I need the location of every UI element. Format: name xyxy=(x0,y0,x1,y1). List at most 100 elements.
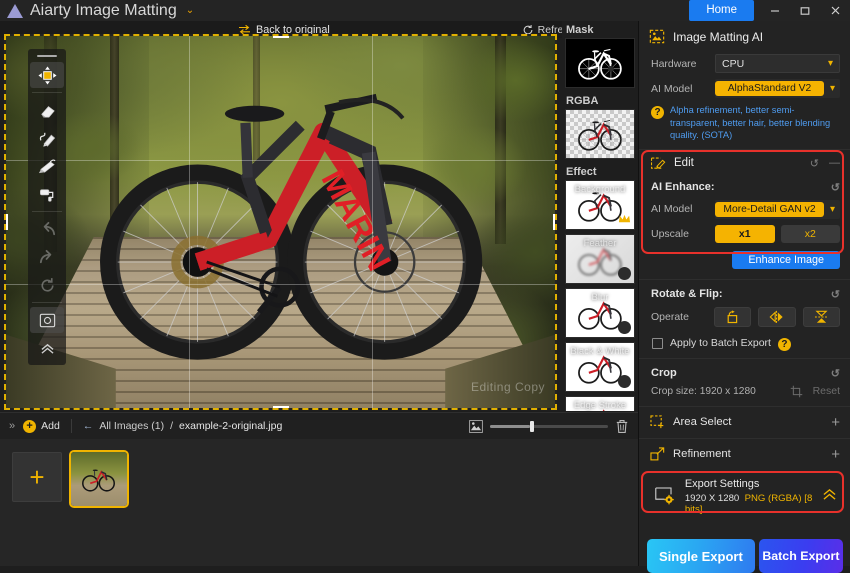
crop-handle-left[interactable] xyxy=(4,214,8,230)
back-arrow-icon[interactable]: ← xyxy=(83,420,94,432)
crop-handle-top[interactable] xyxy=(273,34,289,38)
effect-thumbnail[interactable]: Feather xyxy=(565,234,635,284)
export-settings-collapse-button[interactable] xyxy=(822,488,837,504)
add-images-button[interactable]: + Add xyxy=(23,420,60,433)
edit-undo-button[interactable]: ↺ xyxy=(810,157,819,170)
flip-vertical-icon xyxy=(814,310,829,324)
rotate-button[interactable] xyxy=(714,307,751,327)
flip-horizontal-button[interactable] xyxy=(758,307,795,327)
crop-reset-group[interactable]: Reset xyxy=(790,385,840,398)
crop-size-label: Crop size: 1920 x 1280 xyxy=(651,386,756,397)
filmstrip-thumbnail[interactable] xyxy=(69,450,129,508)
thumbnail-size-slider[interactable] xyxy=(490,425,608,428)
paint-roller-icon xyxy=(38,185,57,204)
area-select-icon xyxy=(650,415,665,429)
slider-handle[interactable] xyxy=(530,421,534,432)
source-photo: MARIN Editing Copy xyxy=(6,36,555,408)
single-export-button[interactable]: Single Export xyxy=(647,539,755,573)
crop-undo-button[interactable]: ↺ xyxy=(831,367,840,380)
filmstrip: + xyxy=(0,439,638,566)
crop-handle-right[interactable] xyxy=(553,214,557,230)
title-dropdown-caret-icon[interactable]: ⌄ xyxy=(186,5,194,16)
export-settings-title: Export Settings xyxy=(685,478,813,490)
refinement-expand-button[interactable]: + xyxy=(831,447,840,462)
tool-rail-divider xyxy=(32,302,62,303)
move-icon xyxy=(38,66,57,85)
home-button[interactable]: Home xyxy=(689,0,754,21)
mask-section-header: Mask xyxy=(562,21,638,38)
area-select-expand-button[interactable]: + xyxy=(831,415,840,430)
add-icon: + xyxy=(23,420,36,433)
app-logo-icon xyxy=(7,4,23,18)
enhance-model-select[interactable]: More-Detail GAN v2 ▾ xyxy=(715,200,840,219)
undo-tool-button[interactable] xyxy=(30,216,64,242)
batch-export-checkbox-row[interactable]: Apply to Batch Export ? xyxy=(639,330,850,358)
effect-label: Blur xyxy=(566,292,634,303)
rgba-thumbnail[interactable] xyxy=(565,109,635,159)
upscale-label: Upscale xyxy=(651,228,707,240)
help-icon[interactable]: ? xyxy=(778,338,791,351)
export-settings-meta: 1920 X 1280 PNG (RGBA) [8 bits] xyxy=(685,493,813,515)
effect-thumbnail[interactable]: Blur xyxy=(565,288,635,338)
restore-pencil-tool-button[interactable] xyxy=(30,125,64,151)
upscale-option-x2[interactable]: x2 xyxy=(781,225,841,243)
minimize-button[interactable] xyxy=(760,0,790,21)
chevron-down-icon: ▾ xyxy=(828,58,833,69)
image-canvas[interactable]: MARIN Editing Copy xyxy=(4,34,557,410)
hardware-select[interactable]: CPU ▾ xyxy=(715,54,840,73)
bottom-bar: » + Add ← All Images (1) / example-2-ori… xyxy=(0,412,638,439)
operate-row: Operate xyxy=(639,304,850,330)
upscale-option-x1[interactable]: x1 xyxy=(715,225,775,243)
filmstrip-add-button[interactable]: + xyxy=(12,452,62,502)
rotate-flip-undo-button[interactable]: ↺ xyxy=(831,288,840,301)
effect-thumbnail[interactable]: Black & White xyxy=(565,342,635,392)
effect-thumbnail[interactable]: Edge Stroke xyxy=(565,396,635,411)
export-settings-row[interactable]: Export Settings 1920 X 1280 PNG (RGBA) [… xyxy=(645,474,845,518)
crop-reset-button[interactable]: Reset xyxy=(813,385,840,397)
image-matting-ai-icon xyxy=(649,29,665,44)
redo-tool-button[interactable] xyxy=(30,244,64,270)
ai-enhance-undo-button[interactable]: ↺ xyxy=(831,181,840,194)
refinement-accordion[interactable]: Refinement + xyxy=(639,438,850,470)
thumbnail-size-icon xyxy=(469,420,483,433)
export-dimensions: 1920 X 1280 xyxy=(685,493,739,504)
eraser-tool-button[interactable] xyxy=(30,97,64,123)
fit-to-view-tool-button[interactable] xyxy=(30,307,64,333)
move-tool-button[interactable] xyxy=(30,62,64,88)
tool-rail-grip[interactable] xyxy=(37,55,57,57)
maximize-button[interactable] xyxy=(790,0,820,21)
collapse-filmstrip-button[interactable]: » xyxy=(9,420,15,432)
crop-handle-bottom[interactable] xyxy=(273,406,289,410)
ai-enhance-title-row: AI Enhance: ↺ xyxy=(639,177,850,197)
grid-line-horizontal xyxy=(6,284,555,285)
batch-export-checkbox[interactable] xyxy=(652,338,663,349)
area-select-accordion[interactable]: Area Select + xyxy=(639,406,850,438)
breadcrumb-all-images[interactable]: All Images (1) xyxy=(99,420,164,432)
effect-thumbnail[interactable]: Background xyxy=(565,180,635,230)
batch-export-button[interactable]: Batch Export xyxy=(759,539,843,573)
bottom-bar-right xyxy=(469,419,629,434)
help-icon[interactable]: ? xyxy=(651,106,664,119)
flip-vertical-button[interactable] xyxy=(803,307,840,327)
hardware-label: Hardware xyxy=(651,58,707,70)
effect-label: Edge Stroke xyxy=(566,400,634,411)
reset-tool-button[interactable] xyxy=(30,272,64,298)
paint-roller-tool-button[interactable] xyxy=(30,181,64,207)
edit-section-header[interactable]: Edit ↺ — xyxy=(639,149,850,177)
batch-export-checkbox-label: Apply to Batch Export xyxy=(670,337,771,349)
chevron-up-icon xyxy=(822,488,837,501)
mask-thumbnail[interactable] xyxy=(565,38,635,88)
ai-model-select[interactable]: AlphaStandard V2 ▾ xyxy=(715,79,840,98)
enhance-image-button[interactable]: Enhance Image xyxy=(732,251,840,269)
preset-column[interactable]: Mask xyxy=(562,21,638,411)
edit-section-title: Edit xyxy=(674,157,694,169)
delete-button[interactable] xyxy=(615,419,629,434)
edit-collapse-button[interactable]: — xyxy=(829,157,840,170)
collapse-tool-rail-button[interactable] xyxy=(30,335,64,361)
smudge-brush-tool-button[interactable] xyxy=(30,153,64,179)
upscale-row: Upscale x1 x2 xyxy=(639,222,850,246)
close-button[interactable] xyxy=(820,0,850,21)
smudge-brush-icon xyxy=(38,157,57,176)
effect-label: Black & White xyxy=(566,346,634,357)
effect-label: Background xyxy=(566,184,634,195)
